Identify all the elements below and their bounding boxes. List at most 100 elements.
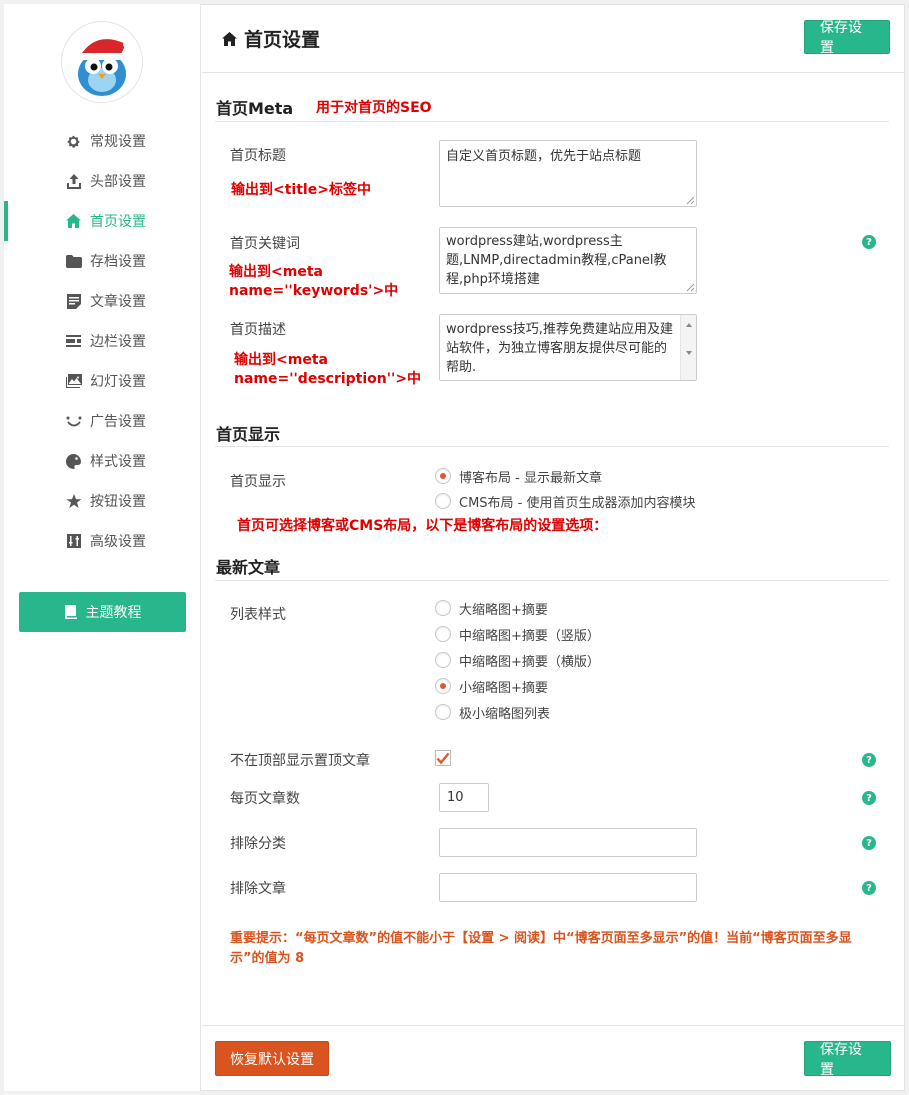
radio-button[interactable] [435, 704, 451, 720]
radio-button[interactable] [435, 493, 451, 509]
upload-icon [65, 173, 82, 190]
home-title-textarea[interactable]: 自定义首页标题，优先于站点标题 [439, 140, 697, 207]
sidebar-item-label: 文章设置 [90, 294, 146, 310]
exclude-post-input[interactable] [439, 873, 697, 902]
page-title: 首页设置 [222, 25, 320, 52]
radio-list-style[interactable]: 极小缩略图列表 [435, 703, 551, 722]
reset-defaults-button[interactable]: 恢复默认设置 [215, 1041, 329, 1076]
radio-list-style[interactable]: 中缩略图+摘要（竖版） [435, 625, 600, 644]
checkmark-icon [436, 752, 450, 764]
keywords-note-line2: name=''keywords'>中 [229, 283, 399, 299]
radio-button[interactable] [435, 652, 451, 668]
reset-button-label: 恢复默认设置 [230, 1051, 314, 1068]
sidebar-item-label: 存档设置 [90, 254, 146, 270]
radio-list-style[interactable]: 中缩略图+摘要（横版） [435, 651, 600, 670]
layout-note: 首页可选择博客或CMS布局，以下是博客布局的设置选项： [237, 518, 608, 534]
description-note-line2: name=''description''>中 [234, 371, 422, 387]
radio-label: 中缩略图+摘要（竖版） [459, 628, 600, 644]
sidebar-item-slider[interactable]: 幻灯设置 [4, 361, 201, 401]
sidebar-item-archive[interactable]: 存档设置 [4, 241, 201, 281]
exclude-category-input[interactable] [439, 828, 697, 857]
per-page-input[interactable]: 10 [439, 783, 489, 812]
sidebar-item-label: 幻灯设置 [90, 374, 146, 390]
sidebar-item-label: 按钮设置 [90, 494, 146, 510]
exclude-category-help-icon[interactable]: ? [862, 836, 876, 850]
smile-icon [65, 413, 82, 430]
sidebar-item-sidebar[interactable]: 边栏设置 [4, 321, 201, 361]
description-textarea[interactable]: wordpress技巧,推荐免费建站应用及建站软件，为独立博客朋友提供尽可能的帮… [439, 314, 697, 381]
bird-mascot-icon [62, 22, 142, 102]
tutorial-button[interactable]: 主题教程 [19, 592, 186, 632]
page-title-text: 首页设置 [244, 29, 321, 51]
description-value: wordpress技巧,推荐免费建站应用及建站软件，为独立博客朋友提供尽可能的帮… [446, 322, 673, 375]
list-style-label: 列表样式 [230, 607, 286, 623]
scroll-arrows-icon [686, 323, 692, 355]
radio-list-style[interactable]: 大缩略图+摘要 [435, 599, 548, 618]
sidebar-item-buttons[interactable]: 按钮设置 [4, 481, 201, 521]
sidebar-item-advanced[interactable]: 高级设置 [4, 521, 201, 561]
section-divider [215, 446, 889, 447]
hide-sticky-checkbox[interactable] [435, 750, 451, 766]
footer-divider [202, 1025, 904, 1026]
per-page-help-icon[interactable]: ? [862, 791, 876, 805]
radio-label: 极小缩略图列表 [459, 706, 551, 722]
hide-sticky-help-icon[interactable]: ? [862, 753, 876, 767]
sidebar-item-ads[interactable]: 广告设置 [4, 401, 201, 441]
radio-blog-layout[interactable]: 博客布局 - 显示最新文章 [435, 467, 602, 486]
exclude-post-label: 排除文章 [230, 881, 286, 897]
section-divider [215, 121, 889, 122]
hide-sticky-label: 不在顶部显示置顶文章 [230, 753, 370, 769]
section-divider [215, 580, 889, 581]
radio-button[interactable] [435, 600, 451, 616]
radio-label: CMS布局 - 使用首页生成器添加内容模块 [459, 495, 696, 511]
page-header: 首页设置 保存设置 [202, 5, 904, 73]
palette-icon [65, 453, 82, 470]
exclude-category-label: 排除分类 [230, 836, 286, 852]
description-label: 首页描述 [230, 322, 286, 338]
resize-handle-icon[interactable] [686, 283, 695, 292]
sidebar-item-label: 首页设置 [90, 214, 146, 230]
home-icon [222, 31, 237, 46]
keywords-note-line1: 输出到<meta [229, 264, 323, 280]
radio-label: 中缩略图+摘要（横版） [459, 654, 600, 670]
sidebar-item-header[interactable]: 头部设置 [4, 161, 201, 201]
exclude-post-help-icon[interactable]: ? [862, 881, 876, 895]
sidebar-item-style[interactable]: 样式设置 [4, 441, 201, 481]
keywords-help-icon[interactable]: ? [862, 235, 876, 249]
star-icon [65, 493, 82, 510]
sidebar-icon [65, 333, 82, 350]
radio-list-style[interactable]: 小缩略图+摘要 [435, 677, 548, 696]
section-title-meta: 首页Meta [216, 99, 294, 118]
keywords-label: 首页关键词 [230, 236, 300, 252]
radio-button[interactable] [435, 626, 451, 642]
display-label: 首页显示 [230, 474, 286, 490]
textarea-scrollbar[interactable] [680, 315, 696, 380]
resize-handle-icon[interactable] [686, 196, 695, 205]
section-title-latest: 最新文章 [216, 558, 281, 577]
important-warning: 重要提示：“每页文章数”的值不能小于【设置 > 阅读】中“博客页面至多显示”的值… [230, 931, 852, 966]
radio-label: 博客布局 - 显示最新文章 [459, 470, 602, 486]
keywords-textarea[interactable]: wordpress建站,wordpress主题,LNMP,directadmin… [439, 227, 697, 294]
sidebar-item-home[interactable]: 首页设置 [4, 201, 201, 241]
home-title-label: 首页标题 [230, 148, 286, 164]
document-icon [65, 293, 82, 310]
home-title-note: 输出到<title>标签中 [231, 182, 371, 198]
avatar [61, 21, 143, 103]
radio-label: 小缩略图+摘要 [459, 680, 548, 696]
sidebar-item-general[interactable]: 常规设置 [4, 121, 201, 161]
radio-cms-layout[interactable]: CMS布局 - 使用首页生成器添加内容模块 [435, 492, 696, 511]
per-page-label: 每页文章数 [230, 791, 300, 807]
save-button-bottom[interactable]: 保存设置 [804, 1041, 891, 1078]
image-icon [65, 373, 82, 390]
save-button-label: 保存设置 [820, 1041, 862, 1078]
radio-button[interactable] [435, 468, 451, 484]
sidebar-item-article[interactable]: 文章设置 [4, 281, 201, 321]
save-button-top[interactable]: 保存设置 [804, 20, 890, 56]
description-note-line1: 输出到<meta [234, 352, 328, 368]
meta-seo-note: 用于对首页的SEO [316, 100, 432, 116]
radio-button[interactable] [435, 678, 451, 694]
keywords-value: wordpress建站,wordpress主题,LNMP,directadmin… [446, 234, 667, 287]
home-title-value: 自定义首页标题，优先于站点标题 [446, 149, 642, 164]
book-icon [64, 605, 77, 619]
sidebar: 常规设置 头部设置 首页设置 存档设置 文章设置 边栏设置 幻灯设置 广告设置 … [4, 4, 201, 1091]
